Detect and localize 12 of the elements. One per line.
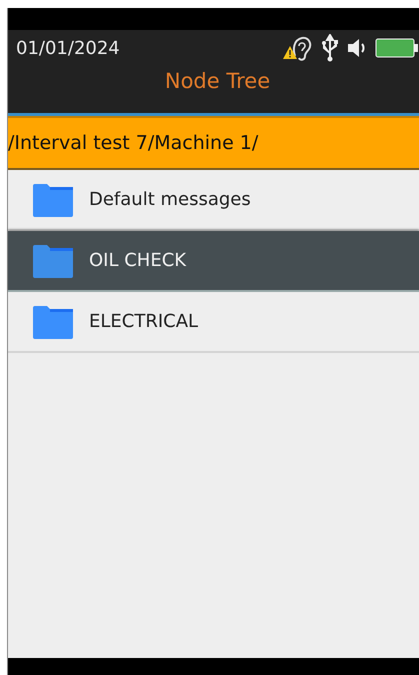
folder-icon bbox=[31, 182, 74, 216]
speaker-icon bbox=[347, 36, 367, 60]
folder-row[interactable]: ELECTRICAL bbox=[8, 292, 419, 353]
ear-warning-icon bbox=[283, 34, 313, 62]
battery-icon bbox=[375, 37, 419, 59]
usb-icon bbox=[321, 34, 339, 62]
folder-icon bbox=[31, 304, 74, 338]
date-text: 01/01/2024 bbox=[16, 36, 120, 60]
path-text: /Interval test 7/Machine 1/ bbox=[8, 130, 258, 156]
folder-icon bbox=[31, 244, 74, 278]
screen-title: Node Tree bbox=[164, 69, 270, 93]
folder-row[interactable]: OIL CHECK bbox=[8, 231, 419, 292]
